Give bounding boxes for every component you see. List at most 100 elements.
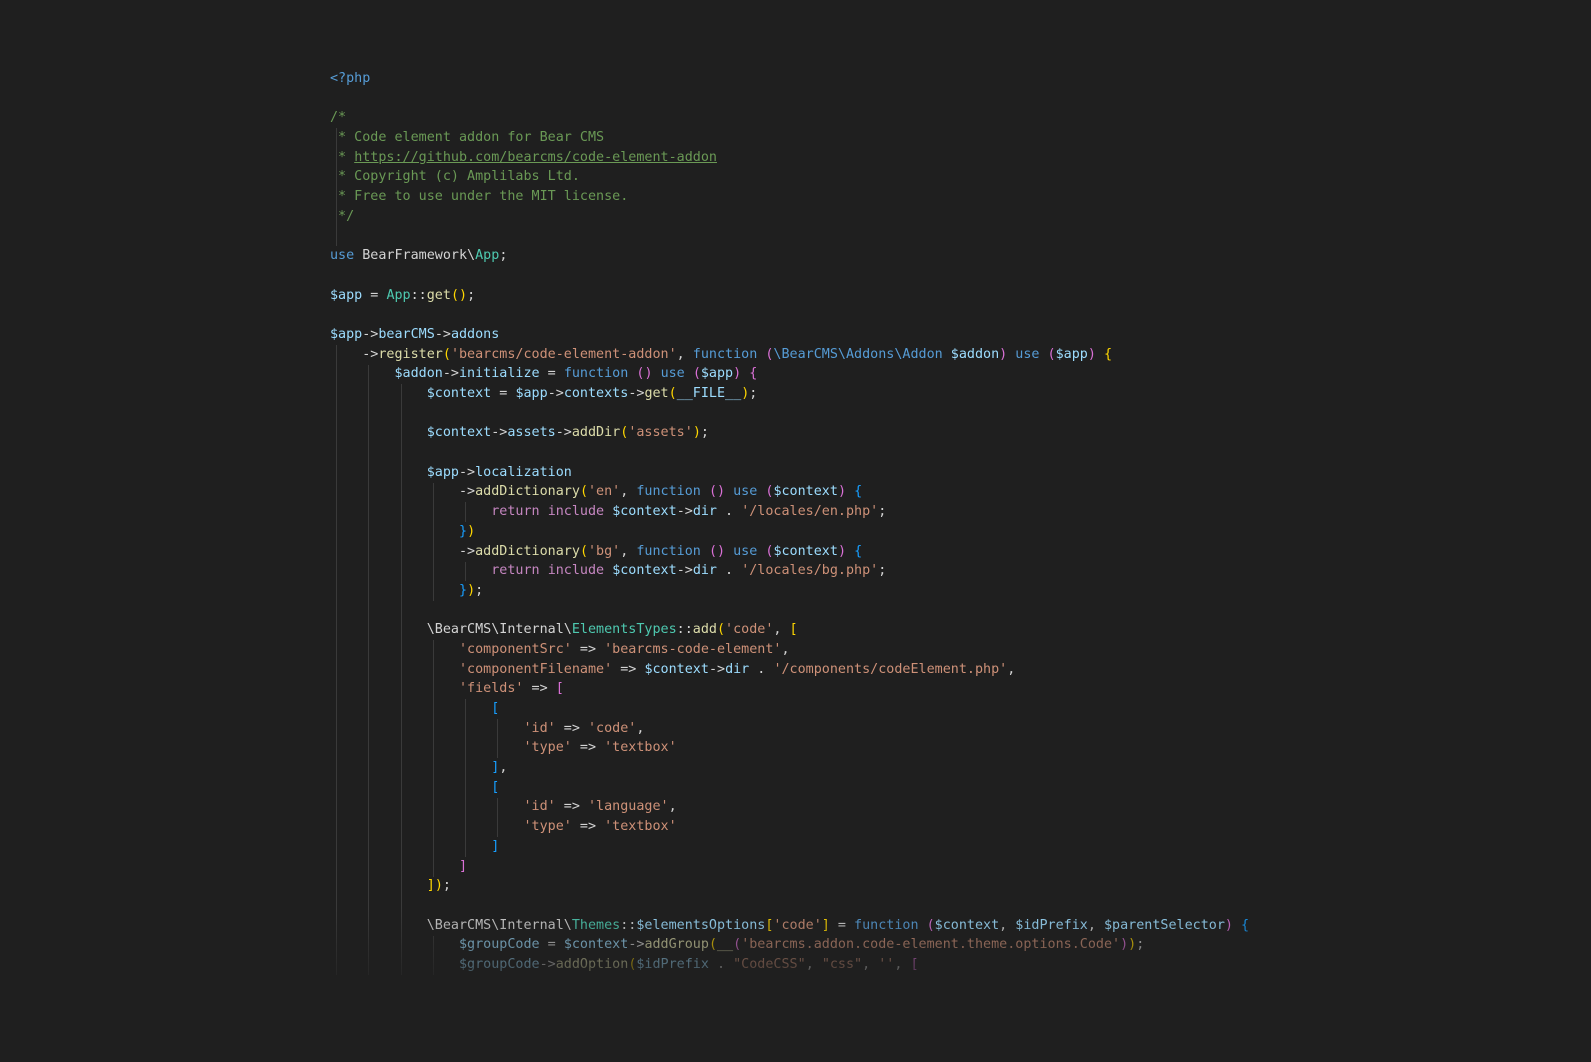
code-token: 'fields' <box>459 681 524 697</box>
code-token: ; <box>700 425 709 441</box>
code-token: bearCMS <box>378 326 435 342</box>
code-token: . <box>717 563 742 579</box>
code-token: -> <box>330 346 379 362</box>
code-token: BearFramework\ <box>362 248 476 264</box>
code-line: * Free to use under the MIT license. <box>330 187 1249 207</box>
code-token: :: <box>620 917 637 933</box>
code-token: , <box>676 346 693 362</box>
code-token: . <box>708 956 734 972</box>
code-token: assets <box>507 425 556 441</box>
code-token: * Copyright (c) Amplilabs Ltd. <box>330 169 580 185</box>
code-line: * Code element addon for Bear CMS <box>330 128 1249 148</box>
code-line: [ <box>330 778 1249 798</box>
code-token: ( <box>733 937 742 953</box>
code-token: $groupCode <box>459 937 540 953</box>
code-token: 'id' <box>523 799 556 815</box>
code-token: ; <box>878 504 887 520</box>
code-token: contexts <box>563 386 629 401</box>
code-token: ( <box>708 484 717 500</box>
code-line: 'type' => 'textbox' <box>330 817 1249 837</box>
code-token: , <box>1087 917 1104 933</box>
code-token: -> <box>676 563 693 579</box>
code-token: $app <box>330 287 363 303</box>
code-token: * Code element addon for Bear CMS <box>330 130 605 146</box>
code-token: 'bearcms.addon.code-element.theme.option… <box>741 937 1121 953</box>
code-token: add <box>692 622 717 638</box>
code-area[interactable]: <?php /* * Code element addon for Bear C… <box>330 69 1249 975</box>
code-token: $context <box>426 386 492 401</box>
code-token: 'code' <box>773 917 822 933</box>
code-token: */ <box>330 208 355 224</box>
code-line: $app->localization <box>330 463 1249 483</box>
code-token: App <box>475 248 500 264</box>
code-line: $app = App::get(); <box>330 286 1249 306</box>
code-token: -> <box>442 366 459 382</box>
code-token: addOption <box>555 956 629 972</box>
code-token: -> <box>459 464 476 480</box>
code-token: ( <box>708 937 717 953</box>
code-line: $groupCode = $context->addGroup(__('bear… <box>330 935 1249 955</box>
code-token: get <box>426 287 451 303</box>
code-token: __FILE__ <box>676 386 742 401</box>
comment-url-link[interactable]: https://github.com/bearcms/code-element-… <box>354 150 717 165</box>
code-token: <?php <box>330 71 371 86</box>
code-token: ( <box>450 287 459 303</box>
code-token: 'bearcms-code-element' <box>604 641 782 657</box>
code-token: 'componentSrc' <box>459 641 572 657</box>
code-token: function <box>636 543 709 559</box>
code-token: 'textbox' <box>604 819 677 835</box>
code-token: { <box>1241 917 1250 933</box>
code-token: $app <box>330 326 363 342</box>
code-line: 'componentFilename' => $context->dir . '… <box>330 660 1249 680</box>
code-token: => <box>555 799 588 815</box>
code-token: = <box>829 917 855 933</box>
code-token: use <box>733 543 766 559</box>
code-token: $context <box>612 563 677 579</box>
code-token: -> <box>547 386 564 401</box>
code-token: ] <box>459 858 468 874</box>
code-token: function <box>563 366 637 382</box>
code-line: * https://github.com/bearcms/code-elemen… <box>330 148 1249 168</box>
code-token: , <box>999 917 1016 933</box>
code-token: 'type' <box>523 819 572 835</box>
code-token: $elementsOptions <box>636 917 766 933</box>
code-token: -> <box>555 425 572 441</box>
code-token: '/components/codeElement.php' <box>773 661 1008 677</box>
code-line: ->addDictionary('en', function () use ($… <box>330 482 1249 502</box>
code-token: 'id' <box>523 720 556 736</box>
code-token: \BearCMS\Internal\ <box>330 917 572 933</box>
code-line: /* <box>330 108 1249 128</box>
code-token: ; <box>475 582 484 598</box>
code-token: = <box>491 386 516 401</box>
code-token: ) <box>692 425 701 441</box>
code-line: ]); <box>330 876 1249 896</box>
code-token: addDir <box>571 425 621 441</box>
code-token: * Free to use under the MIT license. <box>330 189 629 205</box>
code-token: include <box>547 504 605 520</box>
code-line: $context->assets->addDir('assets'); <box>330 423 1249 443</box>
code-token: 'en' <box>588 484 621 500</box>
code-token: [ <box>910 956 919 972</box>
code-token: ( <box>579 543 588 559</box>
code-token: ) <box>434 878 443 894</box>
